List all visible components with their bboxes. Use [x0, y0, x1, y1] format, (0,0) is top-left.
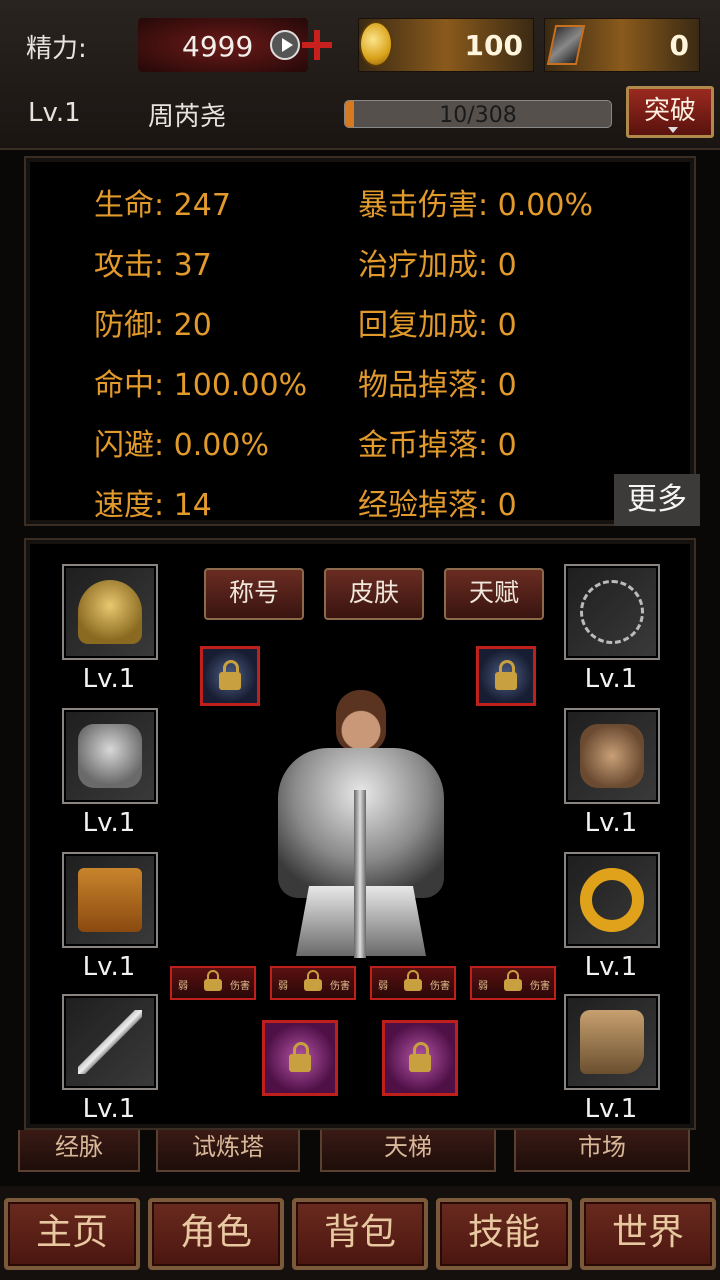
pants-level: Lv.1 [82, 952, 136, 982]
boot-icon [580, 1010, 644, 1074]
nav-backpack[interactable]: 背包 [292, 1198, 428, 1270]
lock-icon [409, 1042, 431, 1072]
lock-icon [304, 970, 322, 991]
stat-exp-drop: 经验掉落: 0 [358, 488, 517, 523]
necklace-level: Lv.1 [584, 664, 638, 694]
sealed-slot[interactable]: 弱 伤害 [270, 966, 356, 1000]
stat-heal-bonus: 治疗加成: 0 [358, 248, 517, 283]
necklace-slot[interactable] [564, 564, 660, 660]
chest-armor-icon [78, 724, 142, 788]
nav-skills[interactable]: 技能 [436, 1198, 572, 1270]
pants-icon [78, 868, 142, 932]
stat-defense: 防御: 20 [94, 308, 212, 343]
helmet-level: Lv.1 [82, 664, 136, 694]
tab-talent[interactable]: 天赋 [444, 568, 544, 620]
nav-character[interactable]: 角色 [148, 1198, 284, 1270]
subnav-trial-tower[interactable]: 试炼塔 [156, 1130, 300, 1172]
stat-regen-bonus: 回复加成: 0 [358, 308, 517, 343]
stat-speed: 速度: 14 [94, 488, 212, 523]
seal-text: 弱 [478, 981, 488, 992]
stat-hit: 命中: 100.00% [94, 368, 308, 403]
main-nav: 主页 角色 背包 技能 世界 [0, 1186, 720, 1280]
boots-level: Lv.1 [584, 1094, 638, 1124]
exp-text: 10/308 [439, 103, 517, 128]
lock-icon [219, 660, 241, 690]
lock-icon [404, 970, 422, 991]
top-bar: 精力: 4999 100 0 Lv.1 周芮尧 10/308 突破 [0, 0, 720, 150]
player-level: Lv.1 [28, 98, 81, 128]
seal-text: 伤害 [430, 981, 450, 992]
weapon-slot[interactable] [62, 994, 158, 1090]
stat-crit-damage: 暴击伤害: 0.00% [358, 188, 593, 223]
tab-skin[interactable]: 皮肤 [324, 568, 424, 620]
gold-counter: 100 [358, 18, 534, 72]
hero-head [336, 690, 386, 752]
exp-bar: 10/308 [344, 100, 612, 128]
rune-slot-right[interactable] [382, 1020, 458, 1096]
seal-text: 弱 [178, 981, 188, 992]
lock-icon [204, 970, 222, 991]
ring-icon [580, 868, 644, 932]
add-energy-icon[interactable] [302, 30, 332, 60]
stat-gold-drop: 金币掉落: 0 [358, 428, 517, 463]
helmet-icon [78, 580, 142, 644]
boots-slot[interactable] [564, 994, 660, 1090]
energy-label: 精力: [26, 34, 87, 64]
gauntlet-slot[interactable] [564, 708, 660, 804]
stat-dodge: 闪避: 0.00% [94, 428, 269, 463]
necklace-icon [580, 580, 644, 644]
stats-panel: 生命: 247 攻击: 37 防御: 20 命中: 100.00% 闪避: 0.… [24, 156, 700, 526]
energy-value: 4999 [182, 30, 254, 63]
lock-icon [504, 970, 522, 991]
seal-text: 伤害 [330, 981, 350, 992]
chest-armor-level: Lv.1 [82, 808, 136, 838]
nav-home[interactable]: 主页 [4, 1198, 140, 1270]
player-name: 周芮尧 [148, 102, 227, 132]
stat-attack: 攻击: 37 [94, 248, 212, 283]
play-icon[interactable] [270, 30, 300, 60]
hero-character [258, 690, 462, 958]
weapon-level: Lv.1 [82, 1094, 136, 1124]
gem-value: 0 [669, 29, 689, 62]
gauntlet-icon [580, 724, 644, 788]
gem-icon [546, 25, 586, 65]
locked-slot-right[interactable] [476, 646, 536, 706]
subnav-ladder[interactable]: 天梯 [320, 1130, 496, 1172]
sealed-slot[interactable]: 弱 伤害 [370, 966, 456, 1000]
chest-armor-slot[interactable] [62, 708, 158, 804]
sword-icon [78, 1010, 142, 1074]
seal-text: 伤害 [230, 981, 250, 992]
lock-icon [289, 1042, 311, 1072]
locked-slot-left[interactable] [200, 646, 260, 706]
seal-text: 弱 [278, 981, 288, 992]
sealed-slot[interactable]: 弱 伤害 [470, 966, 556, 1000]
stat-item-drop: 物品掉落: 0 [358, 368, 517, 403]
tab-title[interactable]: 称号 [204, 568, 304, 620]
ring-level: Lv.1 [584, 952, 638, 982]
gold-value: 100 [464, 29, 523, 62]
gold-coin-icon [359, 21, 393, 67]
breakthrough-button[interactable]: 突破 [626, 86, 714, 138]
sealed-slot[interactable]: 弱 伤害 [170, 966, 256, 1000]
rune-slot-left[interactable] [262, 1020, 338, 1096]
lock-icon [495, 660, 517, 690]
stat-hp: 生命: 247 [94, 188, 231, 223]
subnav-meridian[interactable]: 经脉 [18, 1130, 140, 1172]
gem-counter: 0 [544, 18, 700, 72]
seal-text: 弱 [378, 981, 388, 992]
energy-box: 4999 [138, 18, 308, 72]
pants-slot[interactable] [62, 852, 158, 948]
subnav-market[interactable]: 市场 [514, 1130, 690, 1172]
gauntlet-level: Lv.1 [584, 808, 638, 838]
seal-text: 伤害 [530, 981, 550, 992]
helmet-slot[interactable] [62, 564, 158, 660]
hero-sword [354, 790, 366, 958]
nav-world[interactable]: 世界 [580, 1198, 716, 1270]
ring-slot[interactable] [564, 852, 660, 948]
more-stats-button[interactable]: 更多 [614, 474, 700, 526]
